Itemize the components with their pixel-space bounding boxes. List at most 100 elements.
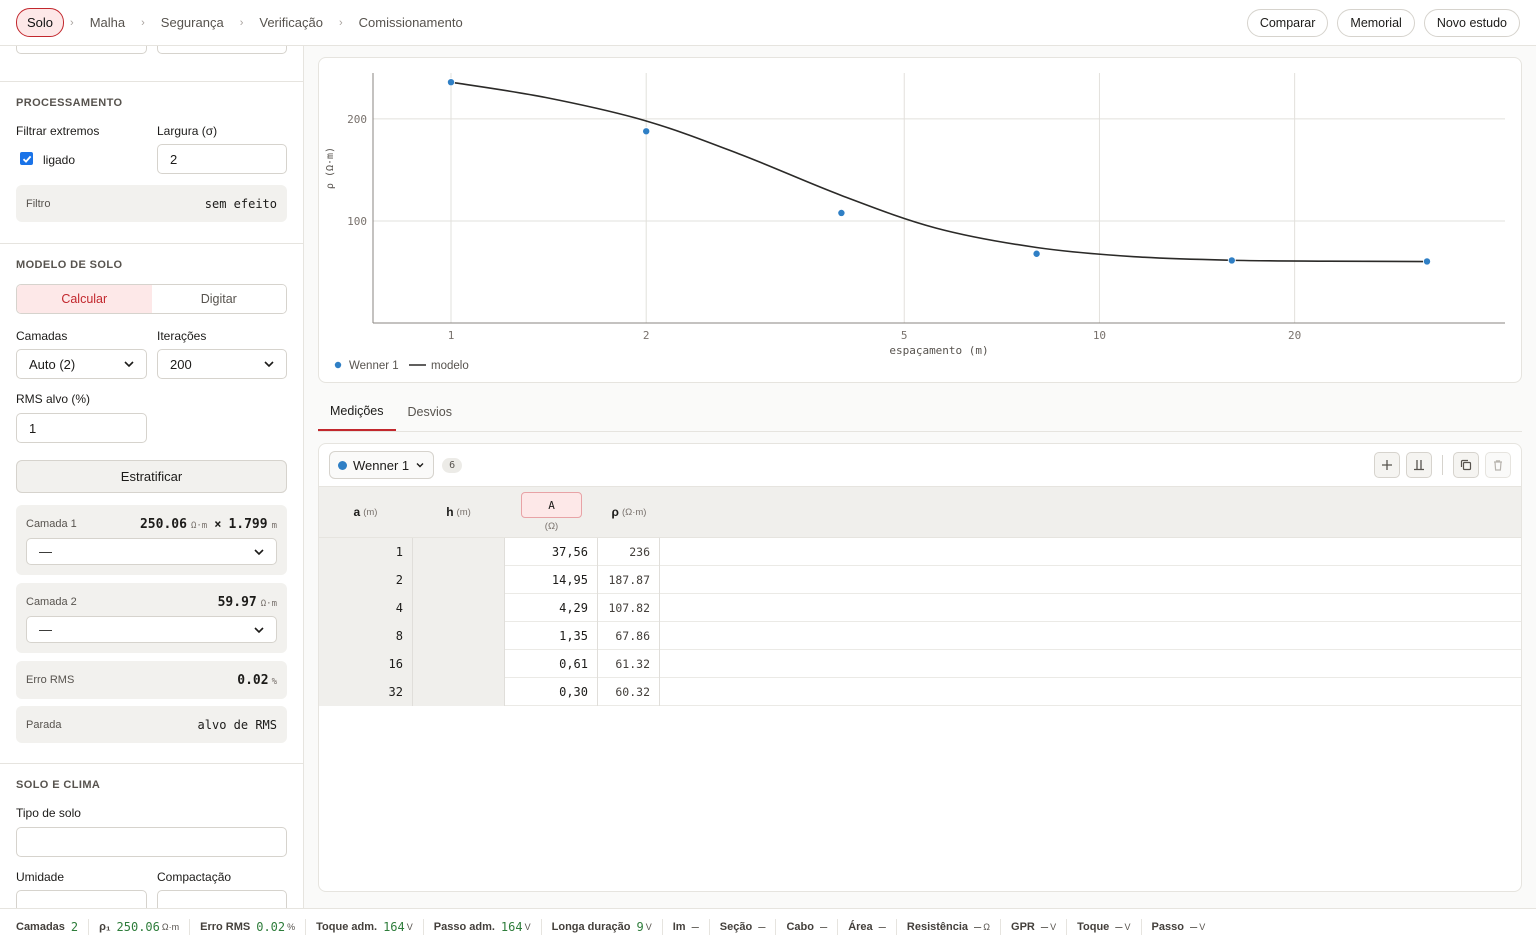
table-row[interactable]: 32 0,30 60.32 <box>319 678 1521 706</box>
x-tick-label: 20 <box>1288 329 1301 342</box>
status-item: Área — <box>838 918 897 935</box>
stop-criterion-card: Parada alvo de RMS <box>16 706 287 743</box>
col-A-name[interactable]: A <box>521 492 582 518</box>
cell-a[interactable]: 8 <box>319 622 412 650</box>
cell-rho: 67.86 <box>598 622 660 650</box>
table-row[interactable]: 8 1,35 67.86 <box>319 622 1521 650</box>
resistivity-chart: 1 2 5 10 20 100 200 espaçamento (m) ρ (Ω·m) Wenne… <box>325 73 1505 372</box>
cell-h[interactable] <box>412 622 505 650</box>
stop-value: alvo de RMS <box>197 717 277 732</box>
x-tick-label: 2 <box>643 329 650 342</box>
step-malha[interactable]: Malha <box>80 9 135 36</box>
table-row[interactable]: 16 0,61 61.32 <box>319 650 1521 678</box>
humidity-input[interactable] <box>16 890 147 908</box>
section-title-processamento: PROCESSAMENTO <box>16 97 123 109</box>
status-unit: V <box>1124 921 1131 932</box>
layer-1-select[interactable]: — <box>26 538 277 565</box>
cell-a[interactable]: 2 <box>319 566 412 594</box>
status-value: 0.02 <box>256 919 286 934</box>
layer-1-label: Camada 1 <box>26 518 77 530</box>
insert-below-icon <box>1414 460 1424 471</box>
width-input[interactable]: 2 <box>157 144 287 174</box>
filter-info-key: Filtro <box>26 197 51 210</box>
cell-A[interactable]: 37,56 <box>505 538 598 566</box>
status-unit: % <box>287 921 296 932</box>
insert-below-button[interactable] <box>1406 452 1432 478</box>
cell-h[interactable] <box>412 594 505 622</box>
cell-a[interactable]: 4 <box>319 594 412 622</box>
col-a-unit: (m) <box>363 506 378 518</box>
iterations-select[interactable]: 200 <box>157 349 287 379</box>
status-unit: V <box>524 921 531 932</box>
clipped-input[interactable] <box>16 46 147 54</box>
status-unit: Ω <box>983 921 991 932</box>
x-tick-label: 5 <box>901 329 908 342</box>
cell-a[interactable]: 32 <box>319 678 412 706</box>
filter-checkbox[interactable] <box>20 152 33 165</box>
y-axis-label: ρ (Ω·m) <box>325 147 336 189</box>
mode-calculate-button[interactable]: Calcular <box>17 285 152 313</box>
step-solo[interactable]: Solo <box>16 8 65 37</box>
table-row[interactable]: 2 14,95 187.87 <box>319 566 1521 594</box>
step-verificacao[interactable]: Verificação <box>249 9 333 36</box>
soil-type-input[interactable] <box>16 827 287 857</box>
chevron-right-icon: › <box>70 16 74 29</box>
rms-target-input[interactable]: 1 <box>16 413 147 443</box>
sidebar[interactable]: PROCESSAMENTO Filtrar extremos ligado La… <box>0 46 304 908</box>
measurements-panel: Wenner 1 6 a (m) h (m) A (Ω) ρ (Ω·m) 1 3… <box>318 443 1522 892</box>
cell-A[interactable]: 1,35 <box>505 622 598 650</box>
cell-h[interactable] <box>412 678 505 706</box>
x-axis-label: espaçamento (m) <box>889 344 988 357</box>
tab-desvios[interactable]: Desvios <box>396 392 464 431</box>
cell-rho: 187.87 <box>598 566 660 594</box>
duplicate-button[interactable] <box>1453 452 1479 478</box>
clipped-input[interactable] <box>157 46 287 54</box>
delete-button[interactable] <box>1485 452 1511 478</box>
cell-h[interactable] <box>412 650 505 678</box>
layer-2-select[interactable]: — <box>26 616 277 643</box>
status-item: ρ₁ 250.06 Ω·m <box>89 918 191 935</box>
mode-type-button[interactable]: Digitar <box>151 285 286 313</box>
status-item: GPR — V <box>1001 918 1068 935</box>
status-label: Longa duração <box>551 920 631 933</box>
cell-a[interactable]: 16 <box>319 650 412 678</box>
tab-medicoes[interactable]: Medições <box>318 392 396 431</box>
step-seguranca[interactable]: Segurança <box>151 9 234 36</box>
stratify-button[interactable]: Estratificar <box>16 460 287 493</box>
layer-1-select-value: — <box>39 544 52 559</box>
chevron-down-icon <box>254 626 264 633</box>
layers-select[interactable]: Auto (2) <box>16 349 147 379</box>
y-tick-label: 200 <box>347 113 367 126</box>
cell-A[interactable]: 0,30 <box>505 678 598 706</box>
memorial-button[interactable]: Memorial <box>1337 8 1415 37</box>
cell-a[interactable]: 1 <box>319 538 412 566</box>
status-label: Erro RMS <box>200 920 251 933</box>
col-h-unit: (m) <box>456 506 471 518</box>
step-comissionamento[interactable]: Comissionamento <box>349 9 473 36</box>
filter-info-value: sem efeito <box>204 196 277 211</box>
cell-A[interactable]: 4,29 <box>505 594 598 622</box>
col-header-A[interactable]: A (Ω) <box>505 486 598 538</box>
cell-h[interactable] <box>412 538 505 566</box>
toolbar-divider <box>1442 455 1443 475</box>
layer-2-rho-unit: Ω·m <box>260 598 277 609</box>
cell-h[interactable] <box>412 566 505 594</box>
cell-A[interactable]: 0,61 <box>505 650 598 678</box>
col-header-rho[interactable]: ρ (Ω·m) <box>598 486 660 538</box>
cell-A[interactable]: 14,95 <box>505 566 598 594</box>
table-row[interactable]: 4 4,29 107.82 <box>319 594 1521 622</box>
col-header-a[interactable]: a (m) <box>319 486 412 538</box>
add-row-button[interactable] <box>1374 452 1400 478</box>
compare-button[interactable]: Comparar <box>1246 8 1329 37</box>
filter-info-card: Filtro sem efeito <box>16 185 287 222</box>
new-study-button[interactable]: Novo estudo <box>1423 8 1520 37</box>
iterations-select-value: 200 <box>170 356 192 372</box>
chevron-right-icon: › <box>141 16 145 29</box>
status-value: 164 <box>500 919 523 934</box>
compaction-label: Compactação <box>157 870 232 884</box>
compaction-input[interactable] <box>157 890 287 908</box>
table-row[interactable]: 1 37,56 236 <box>319 538 1521 566</box>
series-select[interactable]: Wenner 1 <box>329 451 435 479</box>
col-header-h[interactable]: h (m) <box>412 486 505 538</box>
status-value: — <box>819 919 828 934</box>
